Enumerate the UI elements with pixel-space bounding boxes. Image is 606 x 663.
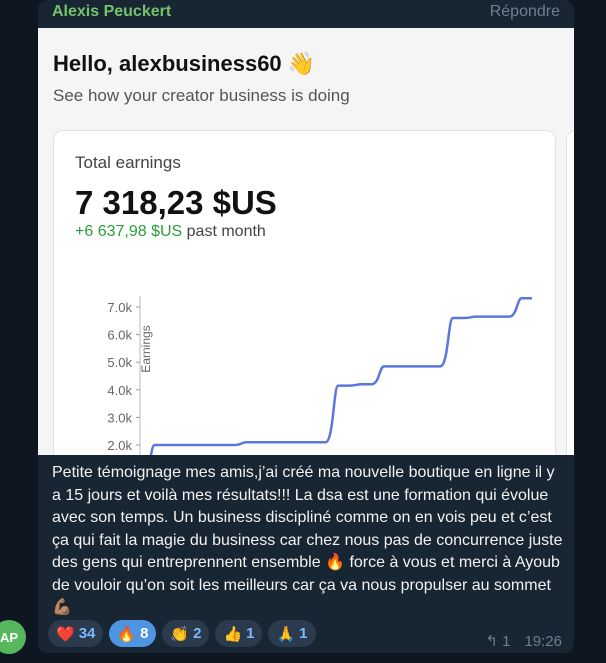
sender-name[interactable]: Alexis Peuckert	[52, 3, 171, 21]
y-axis-label: Earnings	[139, 325, 153, 372]
reaction-pill[interactable]: ❤️ 34	[48, 620, 104, 647]
greeting-title: Hello, alexbusiness60 👋	[53, 51, 316, 76]
y-tick-label: 2.0k	[107, 438, 132, 453]
reply-button[interactable]: Répondre	[490, 3, 560, 21]
message-meta: ↰ 1 19:26	[485, 632, 562, 651]
y-tick-label: 5.0k	[107, 355, 132, 370]
reaction-count: 8	[140, 625, 149, 642]
reactions-bar: ❤️ 34 🔥 8 👏 2 👍 1 🙏 1	[48, 620, 316, 647]
y-tick-label: 3.0k	[107, 410, 132, 425]
earnings-chart: 2.0k 3.0k 4.0k 5.0k 6.0k 7.0k Earnings	[107, 296, 532, 455]
reply-count: 1	[502, 633, 511, 650]
message-time: 19:26	[524, 632, 562, 650]
reaction-pill[interactable]: 🙏 1	[268, 620, 316, 647]
y-tick-label: 7.0k	[107, 300, 132, 315]
y-tick-label: 6.0k	[107, 328, 132, 343]
reaction-count: 2	[193, 625, 202, 642]
reaction-count: 1	[299, 625, 308, 642]
y-tick-label: 4.0k	[107, 383, 132, 398]
message-bubble: Alexis Peuckert Répondre Hello, alexbusi…	[38, 0, 574, 653]
reaction-count: 1	[246, 625, 255, 642]
reaction-pill[interactable]: 🔥 8	[109, 620, 157, 647]
replies-indicator[interactable]: ↰ 1	[485, 632, 510, 650]
reaction-emoji-icon: 🙏	[276, 625, 296, 643]
reaction-pill[interactable]: 👏 2	[162, 620, 210, 647]
message-text: Petite témoignage mes amis,j’ai créé ma …	[52, 464, 563, 616]
reaction-count: 34	[78, 625, 96, 642]
reaction-emoji-icon: 👏	[170, 625, 190, 643]
reaction-pill[interactable]: 👍 1	[215, 620, 263, 647]
reaction-emoji-icon: 👍	[223, 625, 243, 643]
reply-arrow-icon: ↰	[485, 633, 498, 650]
earnings-line	[149, 296, 532, 455]
attached-screenshot[interactable]: Hello, alexbusiness60 👋 See how your cre…	[38, 28, 574, 455]
reaction-emoji-icon: 🔥	[117, 625, 137, 643]
next-card-edge	[566, 130, 574, 455]
avatar[interactable]: AP	[0, 620, 26, 654]
reaction-emoji-icon: ❤️	[56, 625, 75, 643]
greeting-subtitle: See how your creator business is doing	[53, 86, 350, 105]
earnings-card: Total earnings 7 318,23 $US +6 637,98 $U…	[53, 130, 556, 455]
